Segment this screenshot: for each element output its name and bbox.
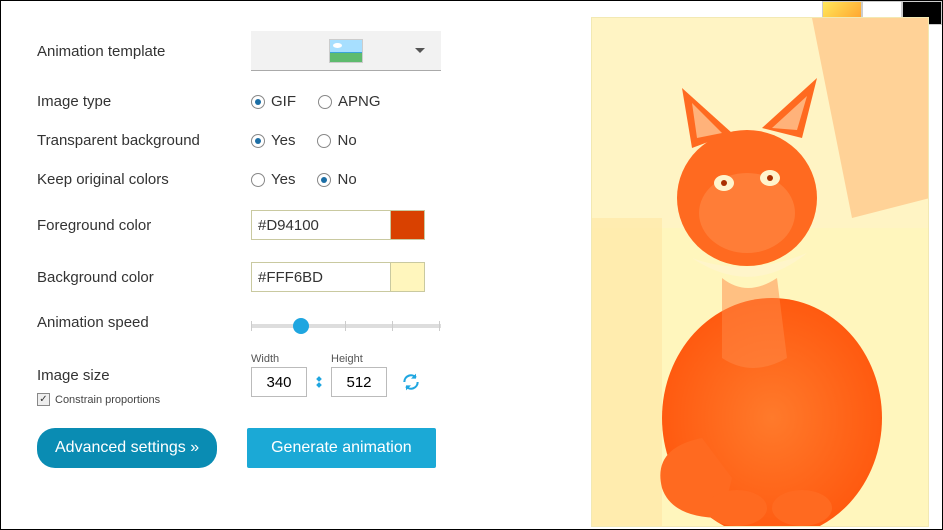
transparent-yes-radio[interactable] (251, 134, 265, 148)
refresh-icon[interactable] (401, 372, 421, 392)
template-thumbnail-icon (329, 39, 363, 63)
height-input[interactable] (331, 367, 387, 397)
foreground-color-swatch[interactable] (391, 210, 425, 240)
keep-colors-label: Keep original colors (37, 171, 251, 188)
generate-animation-button[interactable]: Generate animation (247, 428, 436, 468)
image-type-gif-radio[interactable] (251, 95, 265, 109)
transparent-bg-label: Transparent background (37, 132, 251, 149)
keep-colors-yes-radio[interactable] (251, 173, 265, 187)
background-color-label: Background color (37, 269, 251, 286)
keep-colors-yes-label: Yes (271, 171, 295, 188)
image-type-label: Image type (37, 93, 251, 110)
width-label: Width (251, 353, 307, 365)
image-size-label: Image size (37, 367, 251, 384)
animation-template-label: Animation template (37, 43, 251, 60)
transparent-no-label: No (337, 132, 356, 149)
foreground-color-input[interactable]: #D94100 (251, 210, 391, 240)
image-type-apng-label: APNG (338, 93, 381, 110)
transparent-no-radio[interactable] (317, 134, 331, 148)
constrain-proportions-checkbox[interactable]: ✓ (37, 393, 50, 406)
preview-image (591, 17, 929, 527)
template-dropdown[interactable] (251, 31, 441, 71)
animation-speed-label: Animation speed (37, 314, 251, 331)
chevron-down-icon (415, 48, 425, 53)
width-input[interactable] (251, 367, 307, 397)
keep-colors-no-radio[interactable] (317, 173, 331, 187)
keep-colors-no-label: No (337, 171, 356, 188)
image-type-apng-radio[interactable] (318, 95, 332, 109)
slider-knob[interactable] (293, 318, 309, 334)
link-dimensions-icon[interactable] (317, 367, 321, 397)
foreground-color-label: Foreground color (37, 217, 251, 234)
settings-form: Animation template Image type GIF APNG (1, 1, 591, 529)
transparent-yes-label: Yes (271, 132, 295, 149)
constrain-proportions-text: Constrain proportions (55, 394, 160, 406)
image-type-gif-label: GIF (271, 93, 296, 110)
background-color-input[interactable]: #FFF6BD (251, 262, 391, 292)
advanced-settings-button[interactable]: Advanced settings » (37, 428, 217, 468)
animation-speed-slider[interactable] (251, 318, 441, 328)
height-label: Height (331, 353, 387, 365)
background-color-swatch[interactable] (391, 262, 425, 292)
